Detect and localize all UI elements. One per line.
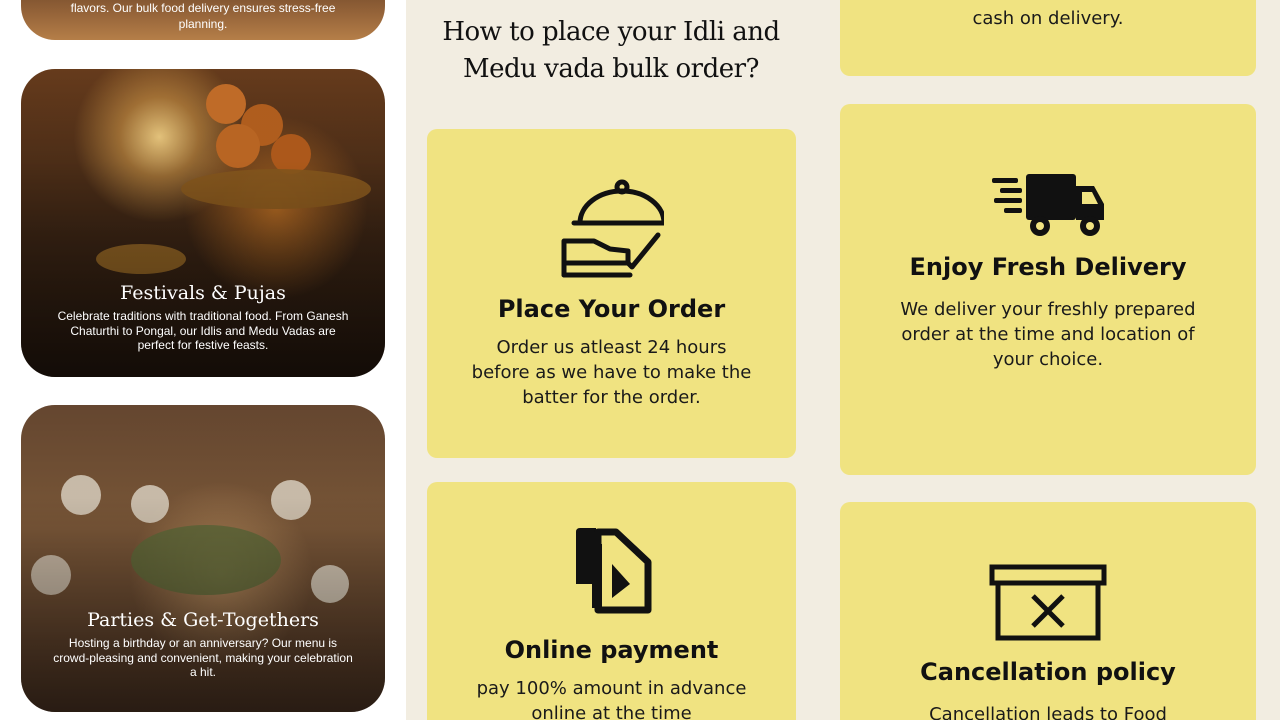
event-card-desc: flavors. Our bulk food delivery ensures … bbox=[70, 1, 336, 31]
event-desc: Hosting a birthday or an anniversary? Ou… bbox=[53, 636, 353, 679]
event-card-top: flavors. Our bulk food delivery ensures … bbox=[21, 0, 385, 40]
step-card-previous: cash on delivery. bbox=[840, 0, 1256, 76]
cancel-box-icon bbox=[989, 564, 1107, 641]
event-card-text: Festivals & Pujas Celebrate traditions w… bbox=[51, 281, 355, 353]
step-desc: Order us atleast 24 hours before as we h… bbox=[471, 337, 752, 408]
step-desc: Cancellation leads to Food bbox=[929, 704, 1167, 720]
delivery-truck-icon bbox=[992, 174, 1104, 236]
payment-document-icon bbox=[575, 528, 651, 614]
event-card-text: Parties & Get-Togethers Hosting a birthd… bbox=[51, 608, 355, 680]
step-title: Place Your Order bbox=[497, 295, 726, 323]
event-cards-column: flavors. Our bulk food delivery ensures … bbox=[0, 0, 406, 720]
step-card-delivery: Enjoy Fresh Delivery We deliver your fre… bbox=[840, 104, 1256, 475]
event-card-parties: Parties & Get-Togethers Hosting a birthd… bbox=[21, 405, 385, 712]
event-card-festivals: Festivals & Pujas Celebrate traditions w… bbox=[21, 69, 385, 377]
event-title: Festivals & Pujas bbox=[120, 282, 286, 304]
step-card-place-order: Place Your Order Order us atleast 24 hou… bbox=[427, 129, 796, 458]
step-desc: pay 100% amount in advance online at the… bbox=[476, 678, 747, 720]
step-desc: We deliver your freshly prepared order a… bbox=[900, 299, 1196, 370]
step-card-cancellation: Cancellation policy Cancellation leads t… bbox=[840, 502, 1256, 720]
section-heading: How to place your Idli and Medu vada bul… bbox=[442, 17, 780, 84]
event-title: Parties & Get-Togethers bbox=[87, 609, 319, 631]
step-title: Cancellation policy bbox=[920, 658, 1176, 686]
event-desc: Celebrate traditions with traditional fo… bbox=[57, 309, 349, 352]
step-title: Online payment bbox=[504, 636, 719, 664]
step-card-online-payment: Online payment pay 100% amount in advanc… bbox=[427, 482, 796, 720]
food-tray-icon bbox=[561, 179, 664, 278]
step-desc: cash on delivery. bbox=[972, 8, 1124, 29]
step-title: Enjoy Fresh Delivery bbox=[909, 253, 1187, 281]
